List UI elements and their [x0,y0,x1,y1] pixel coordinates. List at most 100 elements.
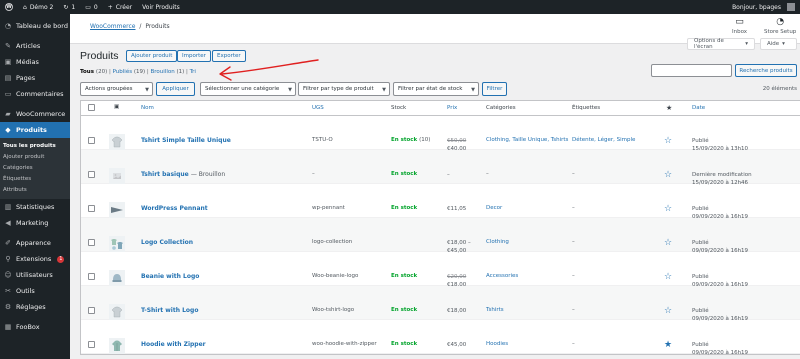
featured-star-empty-icon[interactable]: ☆ [664,272,672,282]
featured-star-empty-icon[interactable]: ☆ [664,204,672,214]
stock-status-filter-select[interactable]: Filtrer par état de stock ▼ [393,82,479,96]
row-checkbox[interactable] [88,307,95,314]
category-filter-select[interactable]: Sélectionner une catégorie ▼ [200,82,296,96]
help-toggle[interactable]: Aide ▾ [760,38,797,50]
my-account-menu[interactable]: Bonjour, bpages [727,0,800,14]
product-name-link[interactable]: Hoodie with Zipper [141,341,206,348]
row-checkbox[interactable] [88,341,95,348]
sidebar-item-products[interactable]: ◆ Produits [0,122,70,138]
sidebar-item-media[interactable]: ▣ Médias [0,54,70,70]
product-name-link[interactable]: WordPress Pennant [141,205,208,212]
store-setup-button[interactable]: ◔ Store Setup [764,17,796,35]
row-checkbox[interactable] [88,239,95,246]
submenu-attributes[interactable]: Attributs [0,184,70,195]
inbox-button[interactable]: ▭ Inbox [732,17,747,35]
row-checkbox[interactable] [88,171,95,178]
product-name-link[interactable]: Beanie with Logo [141,273,199,280]
product-name-link[interactable]: Tshirt Simple Taille Unique [141,137,231,144]
featured-star-filled-icon[interactable]: ★ [664,340,672,350]
product-tags[interactable]: – [572,307,575,313]
product-thumbnail[interactable] [109,168,125,184]
wp-logo-menu[interactable]: W [0,0,18,14]
filter-button[interactable]: Filtrer [482,82,507,96]
search-input[interactable] [651,64,732,77]
column-tags: Étiquettes [572,105,601,111]
comments-menu[interactable]: ▭ 0 [80,0,103,14]
bulk-actions-select[interactable]: Actions groupées ▼ [80,82,153,96]
sidebar-item-tools[interactable]: ✂ Outils [0,283,70,299]
product-thumbnail[interactable] [109,338,125,354]
product-name-link[interactable]: Logo Collection [141,239,193,246]
sidebar-item-dashboard[interactable]: ◔ Tableau de bord [0,18,70,34]
filter-all-link[interactable]: Tous (20) [80,69,107,75]
filter-separator: | [146,69,149,75]
sidebar-item-plugins[interactable]: ⚲ Extensions 1 [0,251,70,267]
apply-button[interactable]: Appliquer [156,82,195,96]
featured-star-empty-icon[interactable]: ☆ [664,136,672,146]
export-button[interactable]: Exporter [212,50,246,62]
add-product-button[interactable]: Ajouter produit [126,50,178,62]
submenu-add-product[interactable]: Ajouter produit [0,151,70,162]
product-tags[interactable]: – [572,239,575,245]
row-checkbox[interactable] [88,273,95,280]
updates-menu[interactable]: ↻ 1 [58,0,80,14]
column-price-sort[interactable]: Prix [447,105,457,111]
sidebar-item-settings[interactable]: ⚙ Réglages [0,299,70,315]
filter-draft-link[interactable]: Brouillon (1) [151,69,185,75]
sidebar-item-foobox[interactable]: ▦ FooBox [0,319,70,335]
product-thumbnail[interactable] [109,236,125,252]
sidebar-item-statistics[interactable]: ▥ Statistiques [0,199,70,215]
sidebar-item-articles[interactable]: ✎ Articles [0,38,70,54]
product-categories[interactable]: Clothing, Taille Unique, Tshirts [486,137,568,143]
row-checkbox[interactable] [88,205,95,212]
submenu-categories[interactable]: Catégories [0,162,70,173]
screen-options-toggle[interactable]: Options de l'écran ▾ [687,38,755,50]
product-tags[interactable]: – [572,205,575,211]
product-thumbnail[interactable] [109,270,125,286]
product-tags[interactable]: – [572,171,575,177]
search-products-button[interactable]: Recherche produits [735,64,797,77]
sidebar-item-woocommerce[interactable]: ▰ WooCommerce [0,106,70,122]
sidebar-item-marketing[interactable]: ◀ Marketing [0,215,70,231]
submenu-all-products[interactable]: Tous les produits [0,140,70,151]
product-name: Logo Collection [141,239,194,246]
table-row: Tshirt Simple Taille Unique TSTU-O En sto… [81,116,800,152]
submenu-tags[interactable]: Étiquettes [0,173,70,184]
stock-status: En stock [391,307,418,313]
product-categories[interactable]: Hoodies [486,341,508,347]
select-all-checkbox[interactable] [88,104,95,111]
featured-star-empty-icon[interactable]: ☆ [664,306,672,316]
sidebar-item-pages[interactable]: ▤ Pages [0,70,70,86]
product-categories[interactable]: Accessories [486,273,518,279]
view-products-link[interactable]: Voir Produits [137,0,185,14]
site-name-menu[interactable]: ⌂ Démo 2 [18,0,58,14]
sidebar-item-comments[interactable]: ▭ Commentaires [0,86,70,102]
product-tags[interactable]: Détente, Léger, Simple [572,137,635,143]
featured-star-empty-icon[interactable]: ☆ [664,170,672,180]
product-name-link[interactable]: Tshirt basique — Brouillon [141,171,225,178]
product-tags[interactable]: – [572,273,575,279]
product-categories[interactable]: – [486,171,489,177]
column-sku-sort[interactable]: UGS [312,105,324,111]
import-button[interactable]: Importer [177,50,211,62]
product-thumbnail[interactable] [109,134,125,150]
sort-link[interactable]: Tri [190,69,196,75]
column-name-sort[interactable]: Nom [141,105,154,111]
filter-published-link[interactable]: Publiés (19) [113,69,146,75]
sidebar-item-users[interactable]: ☺ Utilisateurs [0,267,70,283]
new-content-menu[interactable]: + Créer [103,0,137,14]
product-thumbnail[interactable] [109,304,125,320]
row-checkbox[interactable] [88,137,95,144]
product-tags[interactable]: – [572,341,575,347]
product-name-link[interactable]: T-Shirt with Logo [141,307,198,314]
column-date-sort[interactable]: Date [692,105,705,111]
product-type-filter-select[interactable]: Filtrer par type de produit ▼ [298,82,390,96]
product-categories[interactable]: Tshirts [486,307,504,313]
product-price: €45,00 [447,341,466,349]
sidebar-item-appearance[interactable]: ✐ Apparence [0,235,70,251]
product-thumbnail[interactable] [109,202,125,218]
product-categories[interactable]: Decor [486,205,502,211]
product-categories[interactable]: Clothing [486,239,509,245]
featured-star-empty-icon[interactable]: ☆ [664,238,672,248]
breadcrumb-woocommerce-link[interactable]: WooCommerce [90,23,136,30]
